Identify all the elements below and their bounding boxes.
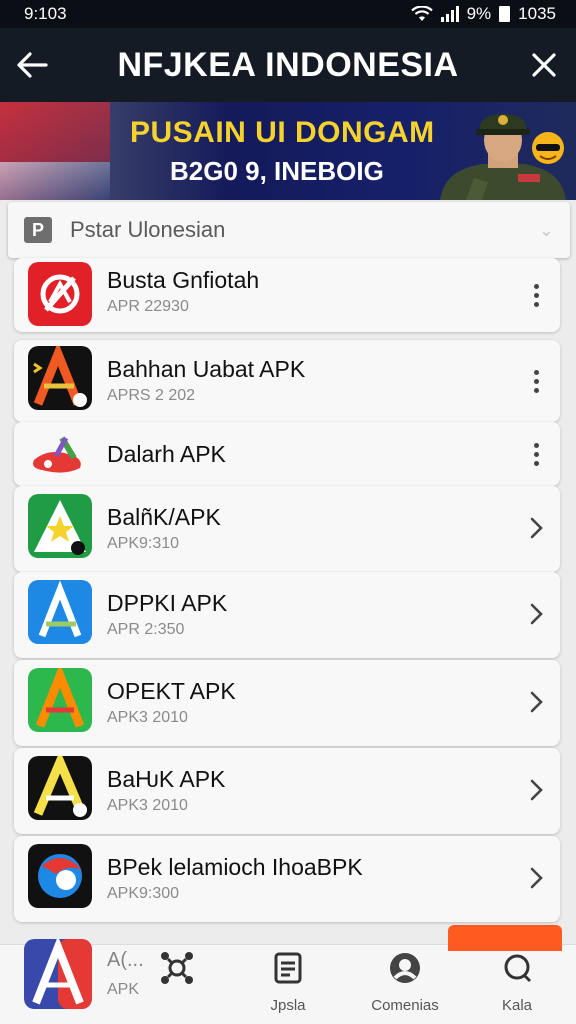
app-name: BPek lelamioch IhoaBPK bbox=[107, 854, 363, 880]
status-extra: 1035 bbox=[518, 4, 556, 23]
nav-label: Comenias bbox=[371, 997, 439, 1014]
chevron-right-icon bbox=[530, 691, 543, 713]
nav-label: Kala bbox=[501, 997, 533, 1014]
list-item[interactable]: Busta Gnfiotah APR 22930 bbox=[14, 258, 560, 332]
open-chevron-button[interactable] bbox=[524, 858, 548, 898]
app-bar: NFJKEA INDONESIA bbox=[0, 28, 576, 102]
orbit-logo-icon bbox=[28, 844, 92, 908]
wifi-icon bbox=[410, 6, 433, 21]
chevron-right-icon bbox=[530, 517, 543, 539]
banner-subline: B2G0 9, INEBOIG bbox=[170, 156, 384, 186]
flag-red-stripe bbox=[0, 102, 110, 162]
blue-a-logo-icon bbox=[28, 580, 92, 644]
back-arrow-icon bbox=[17, 52, 48, 78]
list-item[interactable]: BaǶK APK APK3 2010 bbox=[14, 748, 560, 834]
list-item[interactable]: DPPKI APK APR 2:350 bbox=[14, 572, 560, 658]
more-options-button[interactable] bbox=[524, 361, 548, 401]
more-options-button[interactable] bbox=[524, 434, 548, 474]
promo-banner[interactable]: PUSAIN UI DONGAM B2G0 9, INEBOIG bbox=[0, 102, 576, 200]
open-chevron-button[interactable] bbox=[524, 682, 548, 722]
chevron-down-icon: ⌄ bbox=[538, 219, 554, 240]
battery-percent: 9% bbox=[466, 4, 492, 23]
back-button[interactable] bbox=[0, 28, 64, 102]
community-icon bbox=[388, 951, 422, 985]
red-green-logo-icon bbox=[33, 436, 81, 473]
app-meta: APK3 2010 bbox=[107, 709, 188, 726]
open-chevron-button[interactable] bbox=[524, 508, 548, 548]
soldier-illustration bbox=[440, 114, 566, 200]
nav-label: Jpsla bbox=[270, 997, 306, 1014]
partial-a-logo-icon bbox=[24, 939, 92, 1009]
app-name: BaǶK APK bbox=[107, 766, 226, 792]
list-item[interactable]: BalñK/APK APK9:310 bbox=[14, 486, 560, 572]
app-meta: APK3 2010 bbox=[107, 797, 188, 814]
nav-community[interactable]: Comenias bbox=[360, 951, 450, 1021]
app-meta: APR 2:350 bbox=[107, 621, 185, 638]
app-name: Busta Gnfiotah bbox=[107, 267, 260, 293]
chevron-right-icon bbox=[530, 867, 543, 889]
bottom-navigation: A(... APK Jpsla Comenias Kala bbox=[0, 925, 576, 1024]
app-name: DPPKI APK bbox=[107, 590, 228, 616]
green-star-logo-icon bbox=[28, 494, 92, 558]
red-circle-logo-icon bbox=[28, 262, 92, 326]
nav-chat[interactable]: Kala bbox=[472, 951, 562, 1021]
page-title: NFJKEA INDONESIA bbox=[117, 45, 459, 84]
orange-badge bbox=[448, 925, 562, 951]
green-a-logo-icon bbox=[28, 668, 92, 732]
p-logo-icon: P bbox=[24, 217, 52, 243]
app-meta: APRS 2 202 bbox=[107, 387, 196, 404]
app-meta: APK9:300 bbox=[107, 885, 180, 902]
search-bar[interactable]: P Pstar Ulonesian ⌄ bbox=[8, 202, 570, 258]
chevron-right-icon bbox=[530, 603, 543, 625]
close-button[interactable] bbox=[512, 28, 576, 102]
status-time: 9:103 bbox=[24, 4, 67, 23]
status-icons: 9% 1035 bbox=[410, 4, 556, 24]
chevron-right-icon bbox=[530, 779, 543, 801]
list-item[interactable]: OPEKT APK APK3 2010 bbox=[14, 660, 560, 746]
kebab-icon bbox=[533, 442, 539, 466]
close-icon bbox=[532, 53, 556, 77]
list-item[interactable]: Bahhan Uabat APK APRS 2 202 bbox=[14, 340, 560, 422]
app-meta: APR 22930 bbox=[107, 298, 189, 315]
battery-icon bbox=[499, 6, 511, 22]
chat-icon bbox=[500, 951, 534, 985]
app-meta: APK9:310 bbox=[107, 535, 180, 552]
kebab-icon bbox=[533, 369, 539, 393]
dark-a-logo-icon bbox=[28, 346, 92, 410]
more-options-button[interactable] bbox=[524, 275, 548, 315]
nav-share[interactable] bbox=[132, 951, 222, 1021]
status-bar: 9:103 9% 1035 bbox=[0, 0, 576, 28]
kebab-icon bbox=[533, 283, 539, 307]
app-name: Dalarh APK bbox=[107, 441, 226, 467]
search-text: Pstar Ulonesian bbox=[70, 217, 226, 242]
open-chevron-button[interactable] bbox=[524, 594, 548, 634]
banner-headline: PUSAIN UI DONGAM bbox=[130, 116, 435, 149]
list-item[interactable]: BPek lelamioch IhoaBPK APK9:300 bbox=[14, 836, 560, 922]
share-icon bbox=[160, 951, 194, 985]
app-name: BalñK/APK bbox=[107, 504, 221, 530]
open-chevron-button[interactable] bbox=[524, 770, 548, 810]
list-item[interactable]: Dalarh APK bbox=[14, 422, 560, 486]
app-name: OPEKT APK bbox=[107, 678, 236, 704]
black-a-logo-icon bbox=[28, 756, 92, 820]
flag-white-stripe bbox=[0, 162, 110, 200]
list-icon bbox=[271, 951, 305, 985]
app-name: Bahhan Uabat APK bbox=[107, 356, 306, 382]
signal-icon bbox=[440, 6, 459, 22]
nav-list[interactable]: Jpsla bbox=[243, 951, 333, 1021]
